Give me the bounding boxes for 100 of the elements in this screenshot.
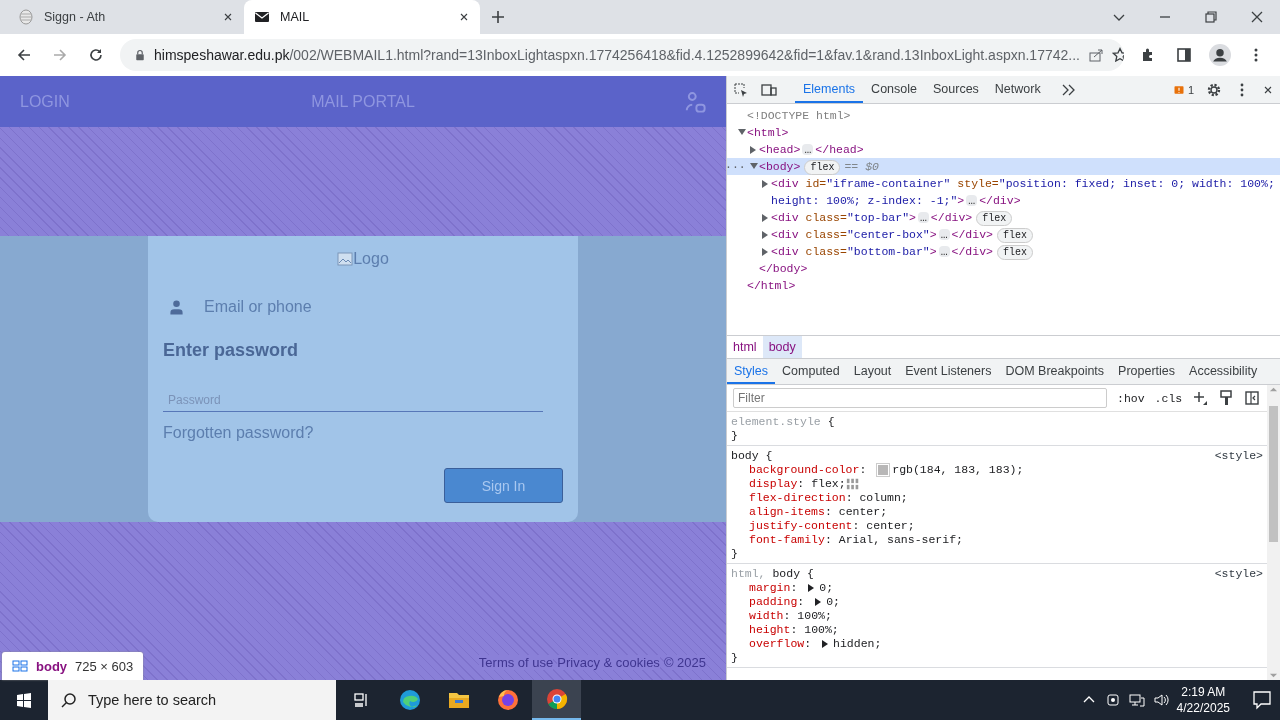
volume-icon[interactable]	[1152, 692, 1169, 708]
bookmark-star-icon[interactable]	[1112, 47, 1124, 63]
cls-toggle[interactable]: .cls	[1154, 391, 1183, 405]
styles-pane-tab[interactable]: DOM Breakpoints	[998, 359, 1112, 384]
dom-node[interactable]: <div id="iframe-container" style="position: fixed; inset: 0; width: 100%; height: 100%; z-index: -1;"> … </div>	[771, 175, 1280, 209]
reload-icon[interactable]	[88, 47, 104, 63]
dom-node[interactable]: <head> … </head>	[759, 141, 1280, 158]
css-property: flex-direction	[749, 491, 846, 505]
inspect-icon[interactable]	[733, 81, 749, 98]
expand-triangle-icon[interactable]	[750, 146, 758, 154]
edge-browser-icon[interactable]	[397, 688, 422, 712]
colon: :	[790, 623, 798, 637]
brace: {	[764, 449, 773, 463]
colon: :	[797, 477, 805, 491]
new-tab-icon[interactable]	[490, 9, 506, 25]
expand-triangle-icon[interactable]	[762, 231, 770, 239]
settings-icon[interactable]	[1206, 81, 1222, 98]
expand-triangle-icon[interactable]	[738, 129, 746, 137]
restore-icon[interactable]	[1203, 9, 1219, 25]
dom-node[interactable]: <div class="top-bar"> … </div> flex	[771, 209, 1280, 226]
expand-triangle-icon[interactable]	[822, 640, 830, 648]
styles-pane-tab[interactable]: Styles	[727, 359, 776, 384]
css-selector: html, body	[731, 567, 801, 581]
styles-pane-tab[interactable]: Layout	[846, 359, 899, 384]
dom-node[interactable]: <!DOCTYPE html>	[747, 107, 1280, 124]
browser-tab[interactable]: Siggn - Ath	[8, 0, 244, 34]
close-icon[interactable]	[1249, 9, 1265, 25]
flexbox-editor-icon[interactable]	[845, 477, 860, 491]
colon: :	[824, 505, 832, 519]
side-panel-icon[interactable]	[1176, 47, 1192, 63]
colon: :	[845, 491, 853, 505]
breadcrumb[interactable]: html	[727, 336, 763, 358]
css-property: align-items	[749, 505, 825, 519]
source-link[interactable]: <style>	[1214, 567, 1263, 581]
devtools-tab[interactable]: Network	[986, 76, 1049, 103]
css-property: background-color	[749, 463, 860, 477]
meeting-icon[interactable]	[1104, 692, 1121, 708]
css-value: Arial, sans-serif;	[838, 533, 963, 547]
share-icon[interactable]	[1088, 47, 1104, 63]
tab-close-icon[interactable]	[458, 11, 470, 23]
devtools-tab[interactable]: Sources	[925, 76, 987, 103]
device-toggle-icon[interactable]	[761, 81, 777, 98]
dom-node[interactable]: <div class="center-box"> … </div> flex	[771, 226, 1280, 243]
paint-brush-icon[interactable]	[1218, 390, 1235, 406]
scrollbar-thumb[interactable]	[1269, 406, 1278, 542]
colon: :	[852, 519, 860, 533]
envelope-icon[interactable]	[254, 9, 270, 25]
css-value: hidden;	[833, 637, 882, 651]
css-value: center;	[838, 505, 888, 519]
devtools-tab[interactable]: Console	[863, 76, 925, 103]
browser-tab[interactable]: MAIL	[244, 0, 480, 34]
node-actions-dots[interactable]: ···	[725, 158, 746, 175]
issues-count[interactable]: 1	[1187, 83, 1194, 96]
tab-close-icon[interactable]	[222, 11, 234, 23]
breadcrumb[interactable]: body	[762, 336, 802, 358]
new-rule-icon[interactable]	[1192, 390, 1209, 406]
colon: :	[804, 637, 812, 651]
css-value: 100%;	[804, 623, 839, 637]
css-value: center;	[866, 519, 915, 533]
expand-triangle-icon[interactable]	[762, 248, 770, 256]
css-property: margin	[749, 581, 791, 595]
expand-triangle-icon[interactable]	[762, 214, 770, 222]
hov-toggle[interactable]: :hov	[1117, 391, 1145, 405]
issue-flag-icon[interactable]	[1172, 83, 1185, 96]
sidebar-toggle-icon[interactable]	[1244, 390, 1261, 406]
firefox-icon[interactable]	[495, 688, 520, 712]
source-link[interactable]: <style>	[1214, 449, 1263, 463]
styles-pane-tab[interactable]: Event Listeners	[898, 359, 999, 384]
css-selector: element.style	[731, 415, 821, 429]
element-size: 725 × 603	[75, 658, 134, 674]
task-view-icon[interactable]	[352, 692, 369, 708]
styles-pane-tab[interactable]: Accessibility	[1182, 359, 1265, 384]
colon: :	[797, 595, 805, 609]
css-property: height	[749, 623, 791, 637]
dom-node[interactable]: <body> flex == $0	[759, 158, 1280, 175]
back-icon[interactable]	[16, 47, 32, 63]
notification-icon[interactable]	[1252, 690, 1272, 710]
styles-pane-tab[interactable]: Properties	[1111, 359, 1183, 384]
dom-node[interactable]: <div class="bottom-bar"> … </div> flex	[771, 243, 1280, 260]
search-icon[interactable]	[61, 692, 77, 708]
expand-triangle-icon[interactable]	[762, 180, 770, 188]
brace: }	[731, 429, 738, 443]
devtools-tab[interactable]: Elements	[795, 76, 864, 103]
dom-node[interactable]: <html>	[747, 124, 1280, 141]
chrome-icon[interactable]	[544, 687, 569, 711]
closing-tag: </body>	[759, 260, 1280, 277]
styles-pane-tab[interactable]: Computed	[775, 359, 847, 384]
color-swatch[interactable]	[877, 464, 890, 476]
taskbar-search-field[interactable]: Type here to search	[48, 680, 336, 720]
clock[interactable]: 2:19 AM 4/22/2025	[1176, 684, 1230, 716]
css-property: overflow	[749, 637, 805, 651]
windows-start-icon[interactable]	[16, 692, 32, 708]
css-value: flex;	[811, 477, 846, 491]
lock-icon[interactable]	[134, 49, 146, 61]
css-property: display	[749, 477, 798, 491]
network-icon[interactable]	[1128, 692, 1145, 708]
avatar-icon[interactable]	[1209, 44, 1231, 66]
brace: {	[826, 415, 835, 429]
filter-field[interactable]: Filter	[733, 388, 1107, 408]
flex-layout-icon	[12, 658, 28, 674]
